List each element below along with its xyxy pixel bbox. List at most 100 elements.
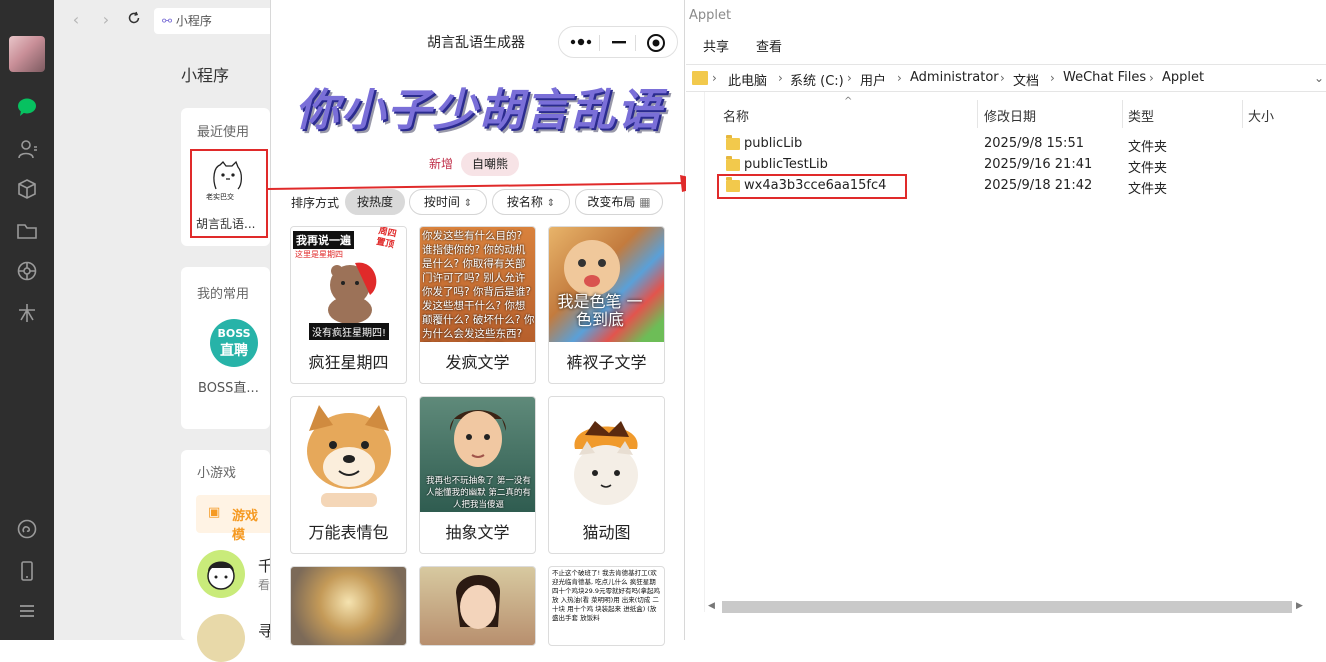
frequent-item-boss[interactable]: BOSS 直聘 BOSS直...: [194, 319, 270, 399]
breadcrumb-drive-c[interactable]: 系统 (C:): [790, 70, 844, 89]
breadcrumb-this-pc[interactable]: 此电脑: [728, 70, 767, 89]
more-icon[interactable]: [569, 33, 593, 51]
file-type: 文件夹: [1128, 140, 1168, 155]
tile-badge: 周四 置顶: [375, 227, 398, 251]
star-icon[interactable]: [15, 302, 39, 326]
tag-new[interactable]: 新增: [423, 152, 459, 176]
boss-logo-top: BOSS: [217, 327, 251, 340]
breadcrumb-separator: ›: [1050, 71, 1055, 85]
menu-share[interactable]: 共享: [703, 36, 729, 55]
tile-image: 我再说一遍 这里是星期四 周四 置顶 没有疯狂星期四!: [291, 227, 406, 342]
contacts-icon[interactable]: [15, 138, 39, 162]
column-size[interactable]: 大小: [1248, 106, 1274, 125]
tile-cat-gif[interactable]: 猫动图: [548, 396, 665, 554]
breadcrumb-documents[interactable]: 文档: [1013, 70, 1039, 89]
chat-icon[interactable]: [15, 96, 39, 120]
menu-icon[interactable]: [15, 600, 39, 624]
game-avatar-2[interactable]: [197, 614, 245, 662]
tile-crazy-literature[interactable]: 你发这些有什么目的? 谁指使你的? 你的动机是什么? 你取得有关部门许可了吗? …: [419, 226, 536, 384]
wechat-sidebar: [0, 0, 54, 640]
file-explorer-window: Applet 共享 查看 › 此电脑 › 系统 (C:) › 用户 › Admi…: [686, 0, 1326, 640]
sort-arrows-icon: ⇕: [463, 198, 473, 209]
user-avatar[interactable]: [9, 36, 45, 72]
tile-crazy-thursday[interactable]: 我再说一遍 这里是星期四 周四 置顶 没有疯狂星期四! 疯狂星期四: [290, 226, 407, 384]
file-type: 文件夹: [1128, 161, 1168, 176]
tile-image-text: 我再也不玩抽象了 第一没有人能懂我的幽默 第二真的有人把我当傻逼: [426, 476, 531, 510]
tile-caption: 裤衩子文学: [566, 353, 647, 372]
games-button[interactable]: ▣ 游戏模: [196, 495, 270, 543]
tile-abstract-literature[interactable]: 我再也不玩抽象了 第一没有人能懂我的幽默 第二真的有人把我当傻逼 抽象文学: [419, 396, 536, 554]
tile-caption: 万能表情包: [308, 523, 389, 542]
box-icon[interactable]: [15, 178, 39, 202]
app-title: 胡言乱语生成器: [427, 35, 525, 51]
folder-icon: [692, 71, 708, 85]
scroll-left-icon[interactable]: ◀: [708, 598, 718, 614]
file-name: publicTestLib: [744, 157, 828, 172]
column-name[interactable]: 名称: [723, 106, 749, 125]
game-avatar-1[interactable]: [197, 550, 245, 598]
folder-icon[interactable]: [15, 220, 39, 244]
mini-program-window: 胡言乱语生成器 你小子少胡言乱语 新增 自嘲熊 排序方式 按热度 按时间 ⇕ 按…: [270, 0, 685, 646]
recent-card: 最近使用 老实巴交 胡言乱语...: [181, 108, 270, 246]
column-type[interactable]: 类型: [1128, 106, 1154, 125]
minimize-icon[interactable]: [609, 33, 629, 51]
mini-program-panel: ‹ › ⚯ 小程序 小程序 最近使用 老实巴交 胡言乱语... 我的常用 BOS…: [54, 0, 273, 662]
miniprogram-icon[interactable]: [15, 518, 39, 542]
nav-pane-divider: [704, 92, 705, 612]
tile-universal-meme[interactable]: 万能表情包: [290, 396, 407, 554]
link-icon: ⚯: [162, 14, 173, 28]
address-text: 小程序: [175, 14, 212, 28]
tile-image: [291, 397, 406, 512]
file-date: 2025/9/16 21:41: [984, 157, 1093, 172]
tile-pants-literature[interactable]: 我是色笔 一色到底 裤衩子文学: [548, 226, 665, 384]
breadcrumb-separator: ›: [897, 71, 902, 85]
capsule-divider: [599, 35, 600, 51]
grid-icon: ▦: [639, 195, 651, 209]
boss-logo: BOSS 直聘: [210, 319, 258, 367]
address-bar[interactable]: ⚯ 小程序: [154, 8, 270, 34]
page-title: 小程序: [181, 66, 230, 85]
horizontal-scrollbar-thumb[interactable]: [722, 601, 1292, 613]
file-row[interactable]: publicTestLib 2025/9/16 21:41 文件夹: [726, 155, 1326, 176]
tag-bear[interactable]: 自嘲熊: [461, 152, 519, 176]
tile-kfc-text[interactable]: 不止这个破班了! 我去肯德基打工(欢迎光临肯德基, 吃点儿什么 疯狂星期四十个鸡…: [548, 566, 665, 646]
folder-icon: [726, 135, 740, 150]
address-breadcrumb[interactable]: › 此电脑 › 系统 (C:) › 用户 › Administrator › 文…: [686, 64, 1326, 92]
breadcrumb-administrator[interactable]: Administrator: [910, 70, 999, 85]
breadcrumb-wechat-files[interactable]: WeChat Files: [1063, 70, 1146, 85]
file-date: 2025/9/8 15:51: [984, 136, 1084, 151]
breadcrumb-separator: ›: [1000, 71, 1005, 85]
menu-view[interactable]: 查看: [756, 36, 782, 55]
close-miniprogram-icon[interactable]: [645, 32, 667, 54]
file-date: 2025/9/18 21:42: [984, 178, 1093, 193]
tile-costume-lady[interactable]: [419, 566, 536, 646]
bear-logo-icon: 老实巴交: [206, 159, 248, 201]
phone-icon[interactable]: [15, 560, 39, 584]
back-button[interactable]: ‹: [66, 10, 86, 30]
moments-icon[interactable]: [15, 260, 39, 284]
games-button-label: 游戏模: [232, 509, 259, 543]
capsule-divider-2: [635, 35, 636, 51]
file-row[interactable]: publicLib 2025/9/8 15:51 文件夹: [726, 134, 1326, 155]
refresh-button[interactable]: [124, 10, 144, 30]
recent-item-huyan[interactable]: 老实巴交 胡言乱语...: [190, 149, 268, 238]
column-divider: [1242, 100, 1243, 128]
column-divider: [977, 100, 978, 128]
breadcrumb-separator: ›: [712, 71, 717, 85]
tile-explosion[interactable]: [290, 566, 407, 646]
scroll-right-icon[interactable]: ▶: [1296, 598, 1306, 614]
banner-title: 你小子少胡言乱语: [295, 85, 663, 136]
forward-button[interactable]: ›: [96, 10, 116, 30]
sort-arrows-icon: ⇕: [546, 198, 556, 209]
tile-image: 我再也不玩抽象了 第一没有人能懂我的幽默 第二真的有人把我当傻逼: [420, 397, 535, 512]
tile-image-text: 我是色笔 一色到底: [557, 292, 643, 329]
annotation-arrow: [268, 175, 716, 192]
breadcrumb-users[interactable]: 用户: [860, 70, 886, 89]
breadcrumb-applet[interactable]: Applet: [1162, 70, 1204, 85]
highlight-box: [717, 174, 907, 199]
chevron-down-icon[interactable]: ⌄: [1314, 71, 1324, 85]
frequent-card: 我的常用 BOSS 直聘 BOSS直...: [181, 267, 270, 429]
game-item-1-subtitle: 看: [258, 578, 271, 592]
column-date[interactable]: 修改日期: [984, 106, 1036, 125]
tile-image: 我是色笔 一色到底: [549, 227, 664, 342]
